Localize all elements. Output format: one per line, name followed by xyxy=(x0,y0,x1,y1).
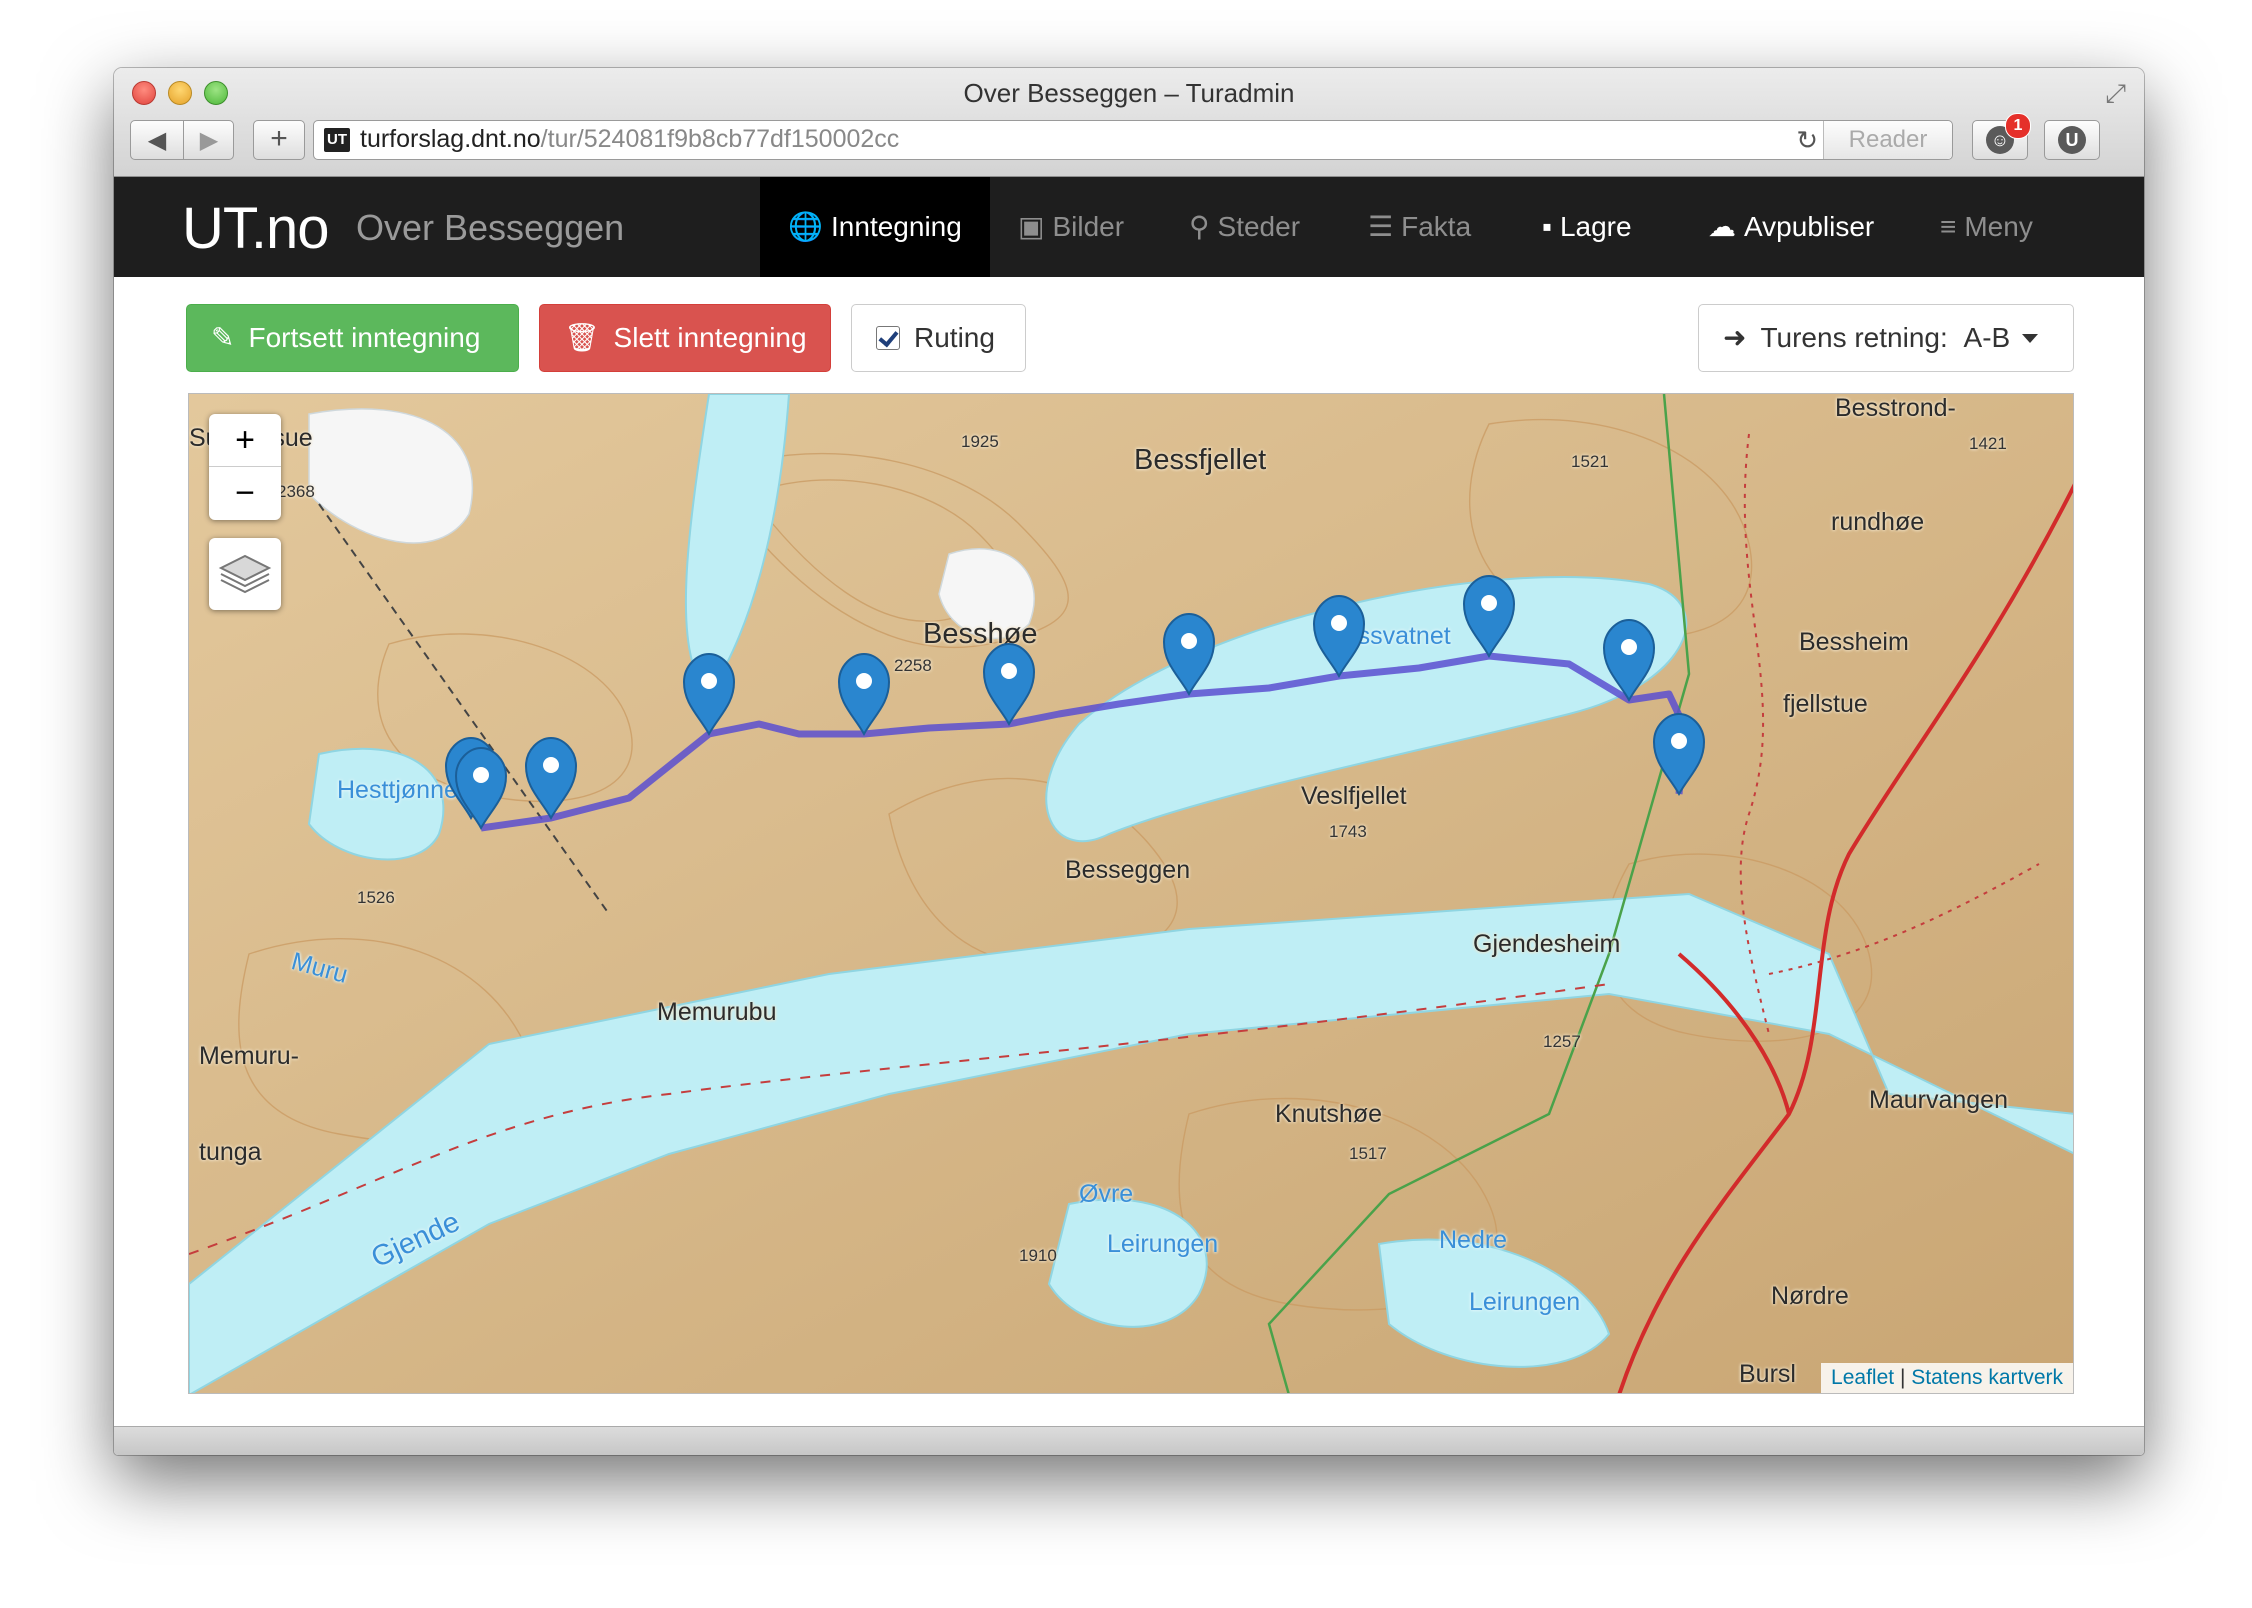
back-forward-buttons: ◀ ▶ xyxy=(130,120,234,160)
direction-value: A-B xyxy=(1963,322,2011,353)
globe-icon: 🌐 xyxy=(788,211,824,242)
nav-steder[interactable]: ⚲ Steder xyxy=(1189,177,1300,277)
fullscreen-icon[interactable]: ⤢ xyxy=(2105,78,2126,110)
trash-icon: 🗑 xyxy=(564,322,600,353)
nav-meny[interactable]: ≡ Meny xyxy=(1940,177,2033,277)
reload-icon[interactable]: ↻ xyxy=(1796,125,1818,156)
list-icon: ☰ xyxy=(1368,211,1394,242)
url-path: /tur/524081f9b8cb77df150002cc xyxy=(540,125,900,153)
reader-button[interactable]: Reader xyxy=(1823,121,1952,159)
new-tab-button[interactable]: + xyxy=(253,120,305,160)
back-button[interactable]: ◀ xyxy=(131,121,183,161)
address-bar[interactable]: UT turforslag.dnt.no/tur/524081f9b8cb77d… xyxy=(313,120,1953,160)
marker-pin[interactable] xyxy=(1653,713,1705,795)
marker-pin[interactable] xyxy=(1163,613,1215,695)
nav-avpubliser[interactable]: ☁ Avpubliser xyxy=(1708,177,1874,277)
leaflet-link[interactable]: Leaflet xyxy=(1831,1366,1894,1389)
nav-fakta-label: Fakta xyxy=(1401,211,1472,242)
title-bar: Over Besseggen – Turadmin ⤢ ◀ ▶ + UT tur… xyxy=(114,68,2144,177)
url-host: turforslag.dnt.no xyxy=(360,125,541,153)
browser-window: Over Besseggen – Turadmin ⤢ ◀ ▶ + UT tur… xyxy=(114,68,2144,1455)
marker-pin[interactable] xyxy=(1463,575,1515,657)
menu-icon: ≡ xyxy=(1940,211,1957,242)
route-map[interactable]: Su ingssue 2368 1925 Bessfjellet 1521 Be… xyxy=(188,393,2074,1394)
cloud-download-icon: ☁ xyxy=(1708,211,1736,242)
nav-bilder-label: Bilder xyxy=(1052,211,1125,242)
map-marker-icon: ⚲ xyxy=(1189,211,1210,242)
marker-pin[interactable] xyxy=(983,643,1035,725)
map-attribution: Leaflet | Statens kartverk xyxy=(1821,1363,2073,1393)
marker-pin[interactable] xyxy=(1603,619,1655,701)
nav-bilder[interactable]: ▣ Bilder xyxy=(1018,177,1124,277)
routing-toggle[interactable]: Ruting xyxy=(851,304,1026,372)
delete-drawing-button[interactable]: 🗑 Slett inntegning xyxy=(539,304,831,372)
markers-layer xyxy=(445,575,1705,829)
nav-lagre-label: Lagre xyxy=(1559,211,1632,242)
marker-pin[interactable] xyxy=(455,747,507,829)
nav-inntegning[interactable]: 🌐 Inntegning xyxy=(760,177,990,277)
url-text[interactable]: turforslag.dnt.no/tur/524081f9b8cb77df15… xyxy=(360,125,899,154)
statens-kartverk-link[interactable]: Statens kartverk xyxy=(1911,1366,2063,1389)
app-navbar: UT.no Over Besseggen 🌐 Inntegning ▣ Bilder… xyxy=(114,177,2144,277)
save-icon: ▪ xyxy=(1542,211,1552,242)
extension-ghostery-button[interactable]: ☺ 1 xyxy=(1972,113,2031,160)
chevron-down-icon xyxy=(2022,334,2039,343)
window-title: Over Besseggen – Turadmin xyxy=(963,78,1295,108)
routing-label: Ruting xyxy=(914,322,995,353)
continue-drawing-button[interactable]: ✎ Fortsett inntegning xyxy=(186,304,519,372)
nav-inntegning-label: Inntegning xyxy=(831,211,962,242)
brand-logo[interactable]: UT.no xyxy=(182,195,330,262)
marker-pin[interactable] xyxy=(1313,595,1365,677)
pencil-icon: ✎ xyxy=(211,322,235,353)
nav-fakta[interactable]: ☰ Fakta xyxy=(1368,177,1471,277)
notification-badge: 1 xyxy=(2005,113,2031,139)
direction-label: Turens retning: xyxy=(1760,322,1948,353)
forward-button[interactable]: ▶ xyxy=(183,121,235,161)
marker-pin[interactable] xyxy=(683,653,735,735)
image-icon: ▣ xyxy=(1018,211,1045,242)
marker-pin[interactable] xyxy=(525,737,577,819)
nav-lagre[interactable]: ▪ Lagre xyxy=(1542,177,1632,277)
nav-avpubliser-label: Avpubliser xyxy=(1744,211,1875,242)
delete-drawing-label: Slett inntegning xyxy=(613,322,807,353)
direction-dropdown[interactable]: ➜ Turens retning: A-B xyxy=(1698,304,2074,372)
marker-pin[interactable] xyxy=(838,653,890,735)
nav-meny-label: Meny xyxy=(1964,211,2033,242)
arrow-right-icon: ➜ xyxy=(1723,322,1747,353)
continue-drawing-label: Fortsett inntegning xyxy=(248,322,481,353)
page-subtitle: Over Besseggen xyxy=(356,207,625,248)
site-favicon: UT xyxy=(324,128,350,152)
bottom-bar xyxy=(114,1426,2144,1455)
u-shield-icon: U xyxy=(2058,126,2086,154)
nav-steder-label: Steder xyxy=(1217,211,1301,242)
extension-u-button[interactable]: U xyxy=(2044,120,2100,160)
attribution-separator: | xyxy=(1899,1366,1906,1389)
routing-checkbox[interactable] xyxy=(876,326,900,350)
